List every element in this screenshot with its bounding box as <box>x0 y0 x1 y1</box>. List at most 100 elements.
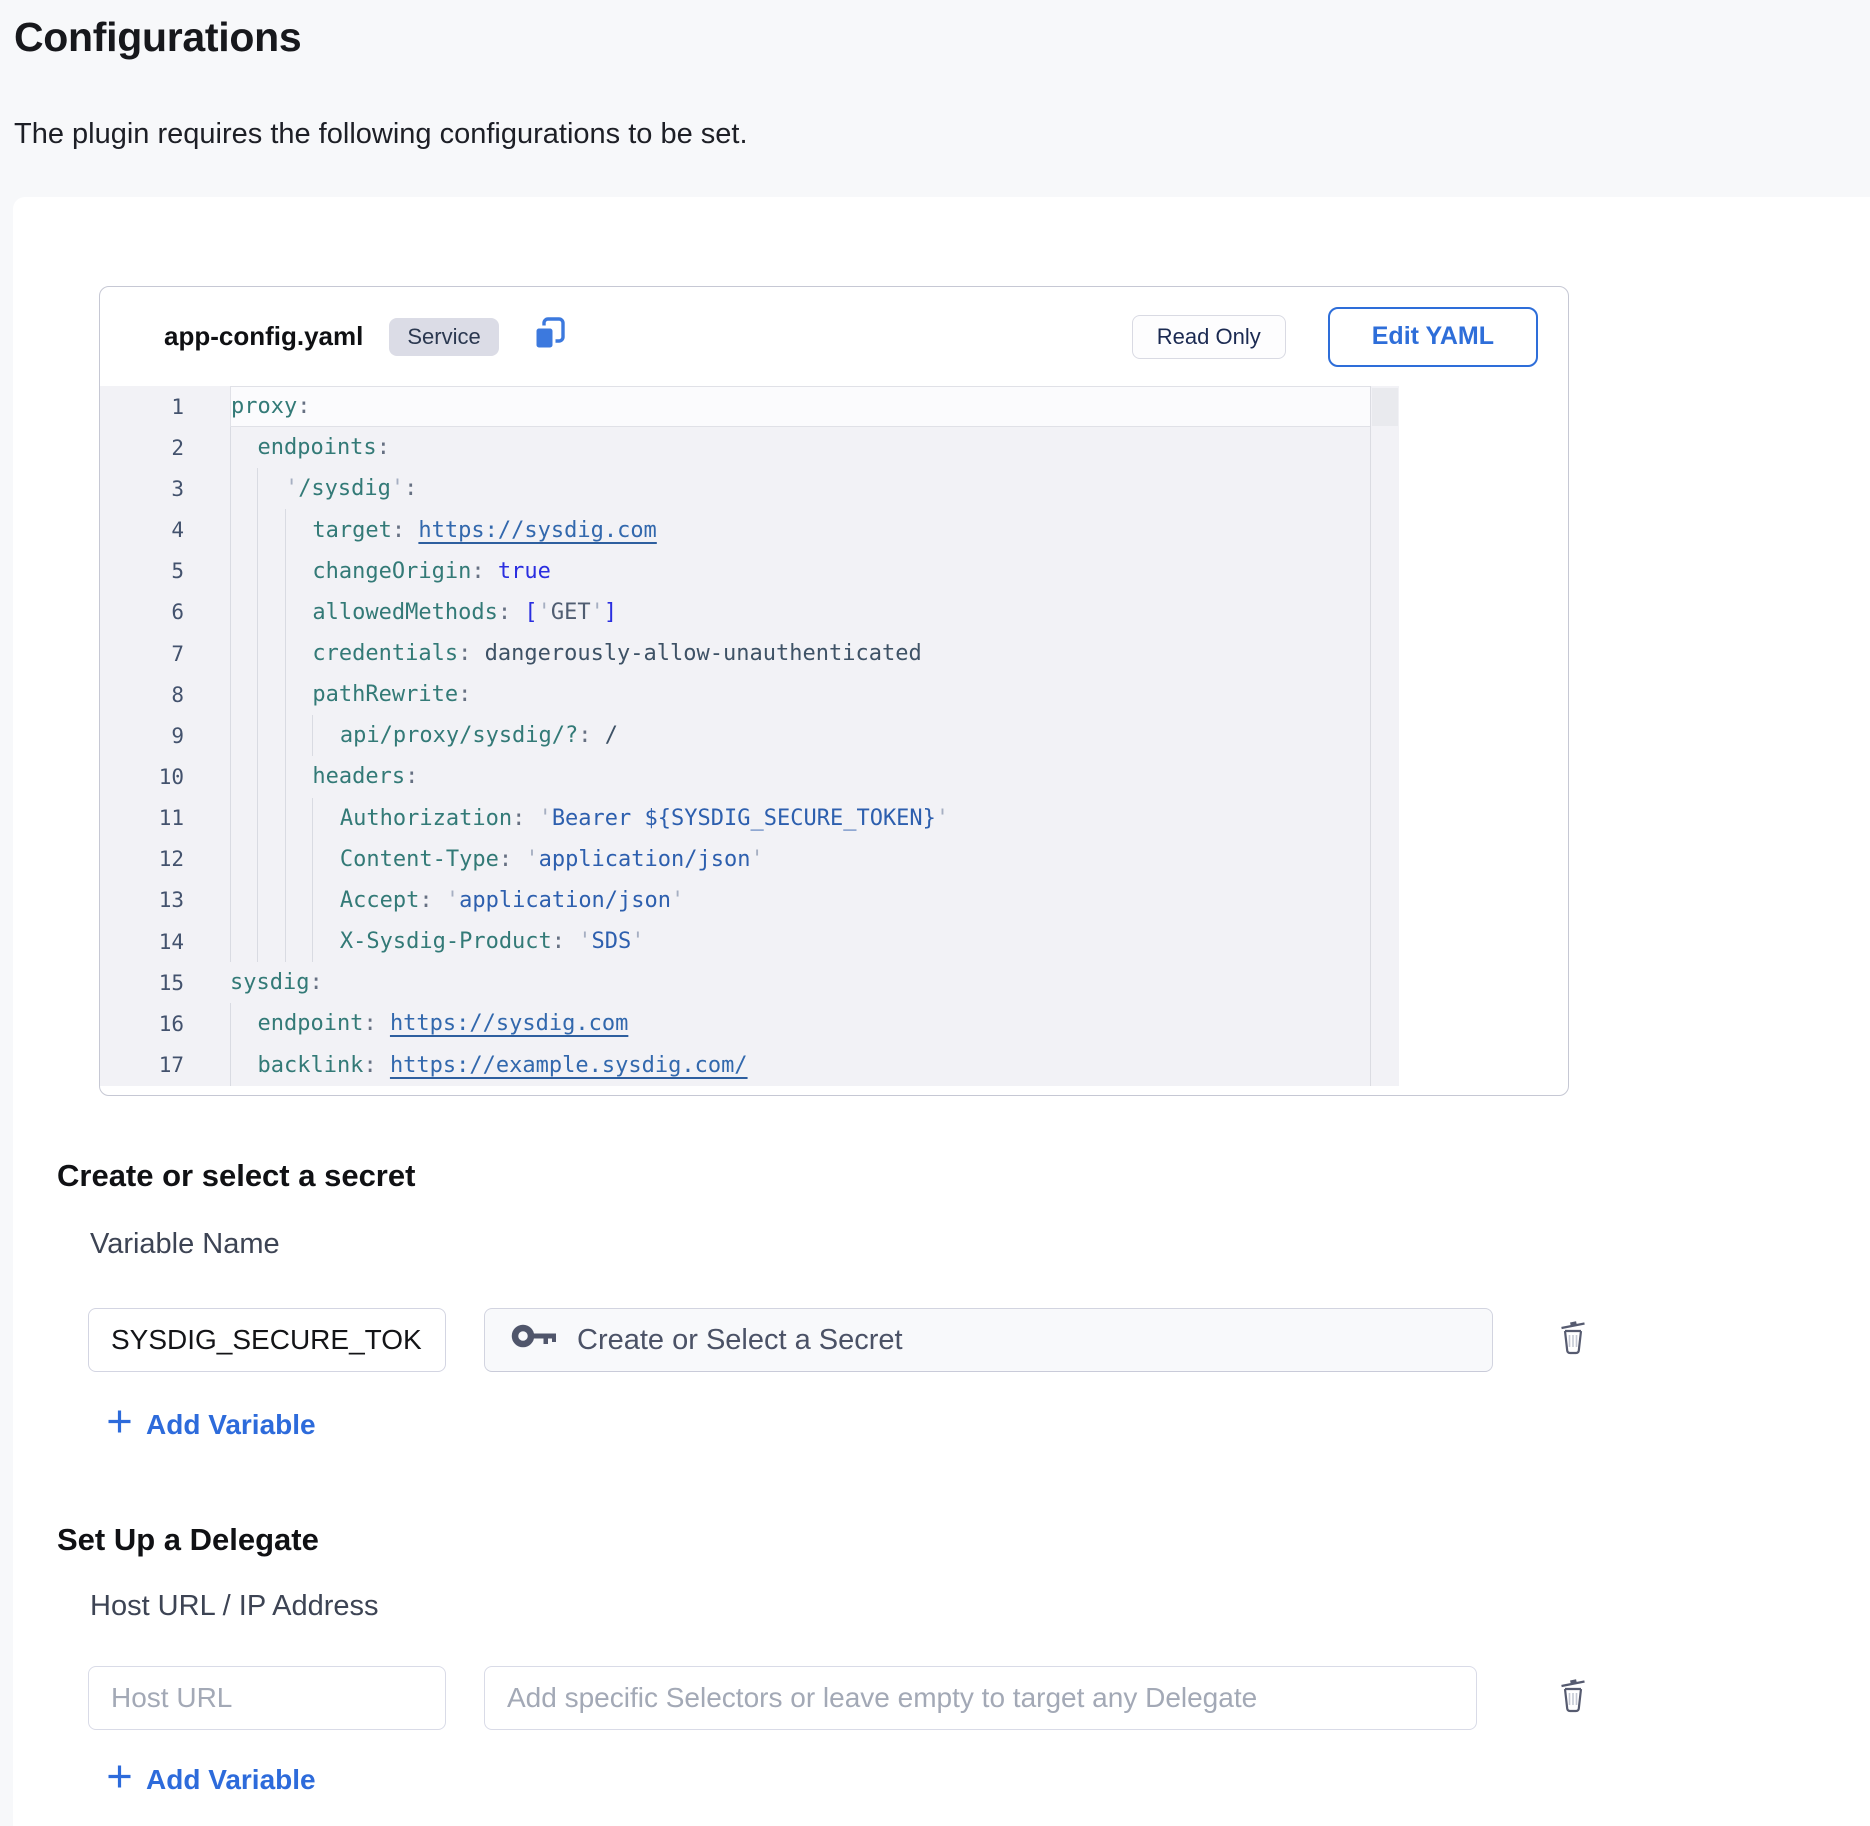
delete-delegate-button[interactable] <box>1553 1673 1593 1717</box>
code-token: credentials <box>312 641 458 666</box>
code-token: changeOrigin <box>312 559 471 584</box>
scrollbar[interactable] <box>1370 386 1399 1086</box>
code-token: application/json <box>539 847 751 872</box>
line-number: 3 <box>100 477 210 501</box>
code-token: GET <box>551 600 591 625</box>
add-variable-label: Add Variable <box>146 1764 316 1796</box>
code-token: ' <box>578 929 591 954</box>
host-url-input[interactable] <box>88 1666 446 1730</box>
code-link[interactable]: https://sysdig.com <box>390 1011 628 1036</box>
indent-guide <box>312 921 339 962</box>
indent-guide <box>230 633 257 674</box>
add-variable-link-delegate[interactable]: Add Variable <box>106 1763 316 1797</box>
indent-guide <box>312 715 339 756</box>
secret-selector-label: Create or Select a Secret <box>577 1324 903 1357</box>
indent-guide <box>257 674 284 715</box>
code-line: 14X-Sysdig-Product: 'SDS' <box>100 921 1399 962</box>
code-token: : <box>363 1053 390 1078</box>
code-token: : <box>392 518 419 543</box>
line-number: 16 <box>100 1012 210 1036</box>
code-token: : <box>471 559 498 584</box>
copy-button[interactable] <box>529 315 569 358</box>
code-token: : <box>297 394 310 419</box>
indent-guide <box>285 880 312 921</box>
edit-yaml-button[interactable]: Edit YAML <box>1328 307 1538 367</box>
variable-name-label: Variable Name <box>90 1228 280 1261</box>
indent-guide <box>285 674 312 715</box>
code-line-content: Authorization: 'Bearer ${SYSDIG_SECURE_T… <box>230 798 1371 839</box>
code-token: Bearer ${SYSDIG_SECURE_TOKEN} <box>552 806 936 831</box>
line-number: 1 <box>100 395 210 419</box>
code-line: 15 sysdig: <box>100 962 1399 1003</box>
add-variable-label: Add Variable <box>146 1409 316 1441</box>
add-variable-link-secret[interactable]: Add Variable <box>106 1408 316 1442</box>
indent-guide <box>285 715 312 756</box>
indent-guide <box>257 715 284 756</box>
code-token: : <box>552 929 579 954</box>
indent-guide <box>285 921 312 962</box>
code-link[interactable]: https://example.sysdig.com/ <box>390 1053 748 1078</box>
code-token: / <box>605 723 618 748</box>
content-panel: app-config.yaml Service Read Only Edit Y… <box>13 197 1870 1826</box>
indent-guide <box>285 551 312 592</box>
plus-icon <box>106 1763 133 1797</box>
delegate-selectors-input[interactable] <box>484 1666 1477 1730</box>
code-line: 10headers: <box>100 756 1399 797</box>
code-token: true <box>498 559 551 584</box>
code-line: 12Content-Type: 'application/json' <box>100 839 1399 880</box>
code-line-content: endpoint: https://sysdig.com <box>230 1003 1371 1044</box>
code-line-content: '/sysdig': <box>230 468 1371 509</box>
code-token: SDS <box>592 929 632 954</box>
secret-selector[interactable]: Create or Select a Secret <box>484 1308 1493 1372</box>
code-line-content: Content-Type: 'application/json' <box>230 839 1371 880</box>
line-number: 9 <box>100 724 210 748</box>
line-number: 10 <box>100 765 210 789</box>
code-line-content: credentials: dangerously-allow-unauthent… <box>230 633 1371 674</box>
indent-guide <box>230 674 257 715</box>
code-token: : <box>363 1011 390 1036</box>
code-line-content: proxy: <box>230 386 1371 427</box>
indent-guide <box>230 427 257 468</box>
indent-guide <box>257 592 284 633</box>
code-token: : <box>499 847 526 872</box>
code-token: : <box>405 764 418 789</box>
code-token: endpoints <box>257 435 376 460</box>
line-number: 6 <box>100 600 210 624</box>
code-link[interactable]: https://sysdig.com <box>418 518 656 543</box>
delete-variable-button[interactable] <box>1553 1315 1593 1359</box>
indent-guide <box>285 756 312 797</box>
indent-guide <box>230 798 257 839</box>
code-block: 1proxy:2endpoints:3'/sysdig':4target: ht… <box>100 386 1399 1086</box>
indent-guide <box>285 509 312 550</box>
code-token: ' <box>539 806 552 831</box>
indent-guide <box>257 468 284 509</box>
scrollbar-thumb[interactable] <box>1372 388 1398 426</box>
read-only-button[interactable]: Read Only <box>1132 315 1286 359</box>
host-url-label: Host URL / IP Address <box>90 1590 379 1623</box>
code-line-content: api/proxy/sysdig/?: / <box>230 715 1371 756</box>
line-number: 15 <box>100 971 210 995</box>
service-badge: Service <box>389 318 498 356</box>
line-number: 13 <box>100 888 210 912</box>
indent-guide <box>230 921 257 962</box>
code-token: ' <box>446 888 459 913</box>
indent-guide <box>285 633 312 674</box>
code-token: endpoint <box>257 1011 363 1036</box>
indent-guide <box>230 880 257 921</box>
code-token: sysdig <box>230 970 309 995</box>
code-token: dangerously-allow-unauthenticated <box>485 641 922 666</box>
page-subtitle: The plugin requires the following config… <box>14 118 748 151</box>
indent-guide <box>312 798 339 839</box>
code-token: [ <box>524 600 537 625</box>
code-line-content: sysdig: <box>230 962 1371 1003</box>
code-line: 8pathRewrite: <box>100 674 1399 715</box>
indent-guide <box>230 551 257 592</box>
variable-name-input[interactable] <box>88 1308 446 1372</box>
code-token: allowedMethods <box>312 600 497 625</box>
code-lines: 1proxy:2endpoints:3'/sysdig':4target: ht… <box>100 386 1399 1086</box>
code-line: 1 proxy: <box>100 386 1399 427</box>
indent-guide <box>257 921 284 962</box>
code-token: X-Sysdig-Product <box>340 929 552 954</box>
indent-guide <box>257 551 284 592</box>
code-line: 9 api/proxy/sysdig/?: / <box>100 715 1399 756</box>
